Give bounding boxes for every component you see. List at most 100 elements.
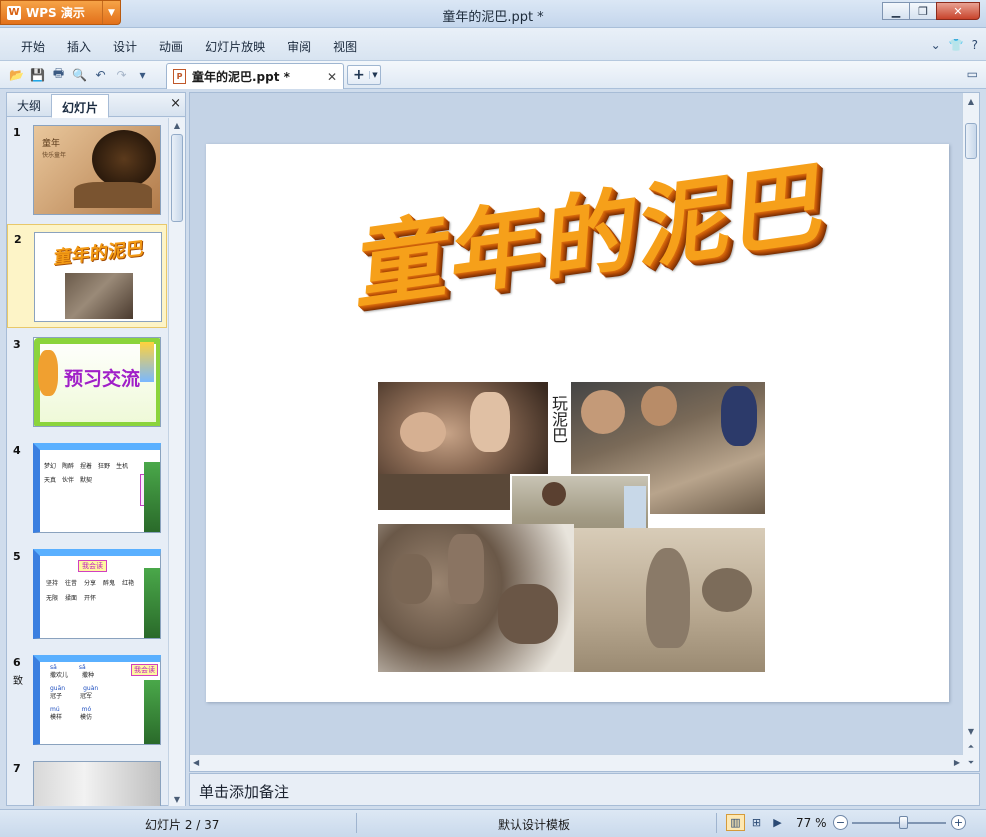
slide-editor: 童年的泥巴 玩泥巴 ▲ ▼ ⏶ ⏷ ◀ ▶ bbox=[189, 92, 980, 772]
thumbnail-image bbox=[33, 761, 161, 806]
status-divider bbox=[356, 813, 357, 833]
thumbnail-title: 我会读 bbox=[78, 560, 107, 572]
scroll-down-icon[interactable]: ▼ bbox=[169, 792, 185, 806]
sorter-view-icon[interactable]: ⊞ bbox=[747, 814, 766, 831]
clay-figure bbox=[702, 568, 752, 612]
thumbnail-slide-7[interactable]: 7 bbox=[7, 754, 167, 806]
thumbnail-slide-5[interactable]: 5 我会读 坚持 往昔 分享 醉鬼 红艳 无限 揉面 开怀 bbox=[7, 542, 167, 646]
thumbnail-number: 6 bbox=[13, 656, 21, 669]
status-divider bbox=[716, 813, 717, 833]
thumbnail-slide-6[interactable]: 6 致 我会读 sā sǎ 撒欢儿 撒种 guān guàn 冠子 冠军 mú mó 模样… bbox=[7, 648, 167, 752]
chevron-down-icon[interactable]: ⌄ bbox=[931, 38, 941, 52]
thumbnail-number: 4 bbox=[13, 444, 21, 457]
cartoon-character-illustration bbox=[38, 350, 58, 396]
child-figure bbox=[624, 486, 646, 530]
previous-slide-icon[interactable]: ⏶ bbox=[963, 739, 979, 755]
customize-icon[interactable]: ▾ bbox=[134, 66, 151, 83]
window-title: 童年的泥巴.ppt * bbox=[442, 10, 544, 25]
window-controls: ▁ ❐ ✕ bbox=[882, 2, 980, 20]
thumbnail-word-list: 梦幻 陶醉 捏着 狂野 生机 天真 伙伴 默契 bbox=[44, 463, 129, 484]
menu-home[interactable]: 开始 bbox=[10, 38, 56, 55]
child-figure bbox=[721, 386, 757, 446]
current-slide[interactable]: 童年的泥巴 玩泥巴 bbox=[206, 144, 949, 702]
scroll-thumb[interactable] bbox=[965, 123, 977, 159]
print-icon[interactable]: 🖶 bbox=[50, 66, 67, 83]
next-slide-icon[interactable]: ⏷ bbox=[963, 755, 979, 771]
open-icon[interactable]: 📂 bbox=[8, 66, 25, 83]
thumbnail-number: 1 bbox=[13, 126, 21, 139]
menu-slideshow[interactable]: 幻灯片放映 bbox=[194, 38, 276, 55]
scroll-up-icon[interactable]: ▲ bbox=[963, 93, 979, 109]
document-tab-label: 童年的泥巴.ppt * bbox=[192, 70, 290, 84]
child-figure bbox=[470, 392, 510, 452]
slide-title-wordart[interactable]: 童年的泥巴 bbox=[310, 148, 876, 322]
print-preview-icon[interactable]: 🔍 bbox=[71, 66, 88, 83]
photo-collage[interactable]: 玩泥巴 bbox=[378, 382, 765, 672]
clay-figure bbox=[498, 584, 558, 644]
slide-indicator: 幻灯片 2 / 37 bbox=[145, 818, 220, 832]
tab-slides[interactable]: 幻灯片 bbox=[51, 94, 110, 118]
scroll-thumb[interactable] bbox=[171, 134, 183, 222]
slideshow-view-icon[interactable]: ▶ bbox=[768, 814, 787, 831]
restore-button[interactable]: ❐ bbox=[909, 2, 937, 20]
panel-close-icon[interactable]: × bbox=[170, 96, 181, 111]
redo-icon[interactable]: ↷ bbox=[113, 66, 130, 83]
zoom-out-icon[interactable]: − bbox=[833, 815, 848, 830]
menu-design[interactable]: 设计 bbox=[102, 38, 148, 55]
thumbnail-slide-2[interactable]: 2 童年的泥巴 bbox=[7, 224, 167, 328]
close-window-button[interactable]: ✕ bbox=[936, 2, 980, 20]
clay-figure bbox=[392, 554, 432, 604]
close-icon[interactable]: ✕ bbox=[327, 70, 337, 84]
undo-icon[interactable]: ↶ bbox=[92, 66, 109, 83]
zoom-slider-handle[interactable] bbox=[898, 816, 908, 829]
menu-review[interactable]: 审阅 bbox=[276, 38, 322, 55]
thumbnail-title: 预习交流 bbox=[64, 368, 141, 390]
new-tab-button[interactable]: + ▼ bbox=[347, 65, 381, 85]
document-tab[interactable]: P 童年的泥巴.ppt * ✕ bbox=[166, 63, 344, 89]
thumbnail-image: 童年的泥巴 bbox=[34, 232, 162, 322]
thumbnail-title: 童年 bbox=[42, 139, 61, 149]
child-figure bbox=[641, 386, 677, 426]
title-bar: W WPS 演示 ▼ 童年的泥巴.ppt * ▁ ❐ ✕ bbox=[0, 0, 986, 28]
clay-figure bbox=[646, 548, 690, 648]
thumbnail-number: 3 bbox=[13, 338, 21, 351]
save-icon[interactable]: 💾 bbox=[29, 66, 46, 83]
photo-caption: 玩泥巴 bbox=[549, 394, 568, 444]
editor-vertical-scrollbar[interactable]: ▲ ▼ ⏶ ⏷ bbox=[962, 93, 979, 771]
thumbnail-pinyin-list: sā sǎ 撒欢儿 撒种 guān guàn 冠子 冠军 mú mó 模样 模仿 bbox=[50, 664, 99, 721]
scroll-left-icon[interactable]: ◀ bbox=[193, 758, 199, 767]
thumbnail-image: 预习交流 bbox=[33, 337, 161, 427]
scroll-right-icon[interactable]: ▶ bbox=[954, 758, 960, 767]
minimize-button[interactable]: ▁ bbox=[882, 2, 910, 20]
template-name[interactable]: 默认设计模板 bbox=[498, 816, 570, 833]
skin-icon[interactable]: 👕 bbox=[949, 38, 964, 52]
restore-icon: ❐ bbox=[918, 4, 928, 18]
panel-toggle-icon[interactable]: ▭ bbox=[967, 67, 978, 81]
normal-view-icon[interactable]: ▥ bbox=[726, 814, 745, 831]
thumbnail-side-label: 致 bbox=[13, 676, 23, 687]
thumbnail-image: 我会读 梦幻 陶醉 捏着 狂野 生机 天真 伙伴 默契 bbox=[33, 443, 161, 533]
menu-animation[interactable]: 动画 bbox=[148, 38, 194, 55]
photo-clay-figures bbox=[378, 524, 574, 672]
zoom-in-icon[interactable]: + bbox=[951, 815, 966, 830]
scroll-up-icon[interactable]: ▲ bbox=[169, 118, 185, 132]
quick-toolbar: 📂 💾 🖶 🔍 ↶ ↷ ▾ P 童年的泥巴.ppt * ✕ + ▼ ▭ bbox=[0, 61, 986, 89]
ppt-file-icon: P bbox=[173, 69, 186, 84]
editor-horizontal-scrollbar[interactable]: ◀ ▶ bbox=[190, 754, 963, 771]
thumbnail-slide-3[interactable]: 3 预习交流 bbox=[7, 330, 167, 434]
chevron-down-icon[interactable]: ▼ bbox=[369, 71, 380, 79]
thumbnail-word-list: 坚持 往昔 分享 醉鬼 红艳 无限 揉面 开怀 bbox=[46, 580, 135, 602]
tab-outline[interactable]: 大纲 bbox=[7, 93, 51, 116]
zoom-level[interactable]: 77 % bbox=[796, 816, 827, 830]
notes-pane[interactable]: 单击添加备注 bbox=[189, 773, 980, 806]
thumbnail-slide-1[interactable]: 1 童年 快乐童年 bbox=[7, 118, 167, 222]
scroll-down-icon[interactable]: ▼ bbox=[963, 723, 979, 739]
menu-view[interactable]: 视图 bbox=[322, 38, 368, 55]
plus-icon: + bbox=[353, 67, 365, 83]
thumbnail-slide-4[interactable]: 4 我会读 梦幻 陶醉 捏着 狂野 生机 天真 伙伴 默契 bbox=[7, 436, 167, 540]
thumbnail-image: 我会读 坚持 往昔 分享 醉鬼 红艳 无限 揉面 开怀 bbox=[33, 549, 161, 639]
clay-figure bbox=[448, 534, 484, 604]
panel-scrollbar[interactable]: ▲ ▼ bbox=[168, 118, 185, 806]
help-icon[interactable]: ? bbox=[972, 38, 978, 52]
menu-insert[interactable]: 插入 bbox=[56, 38, 102, 55]
